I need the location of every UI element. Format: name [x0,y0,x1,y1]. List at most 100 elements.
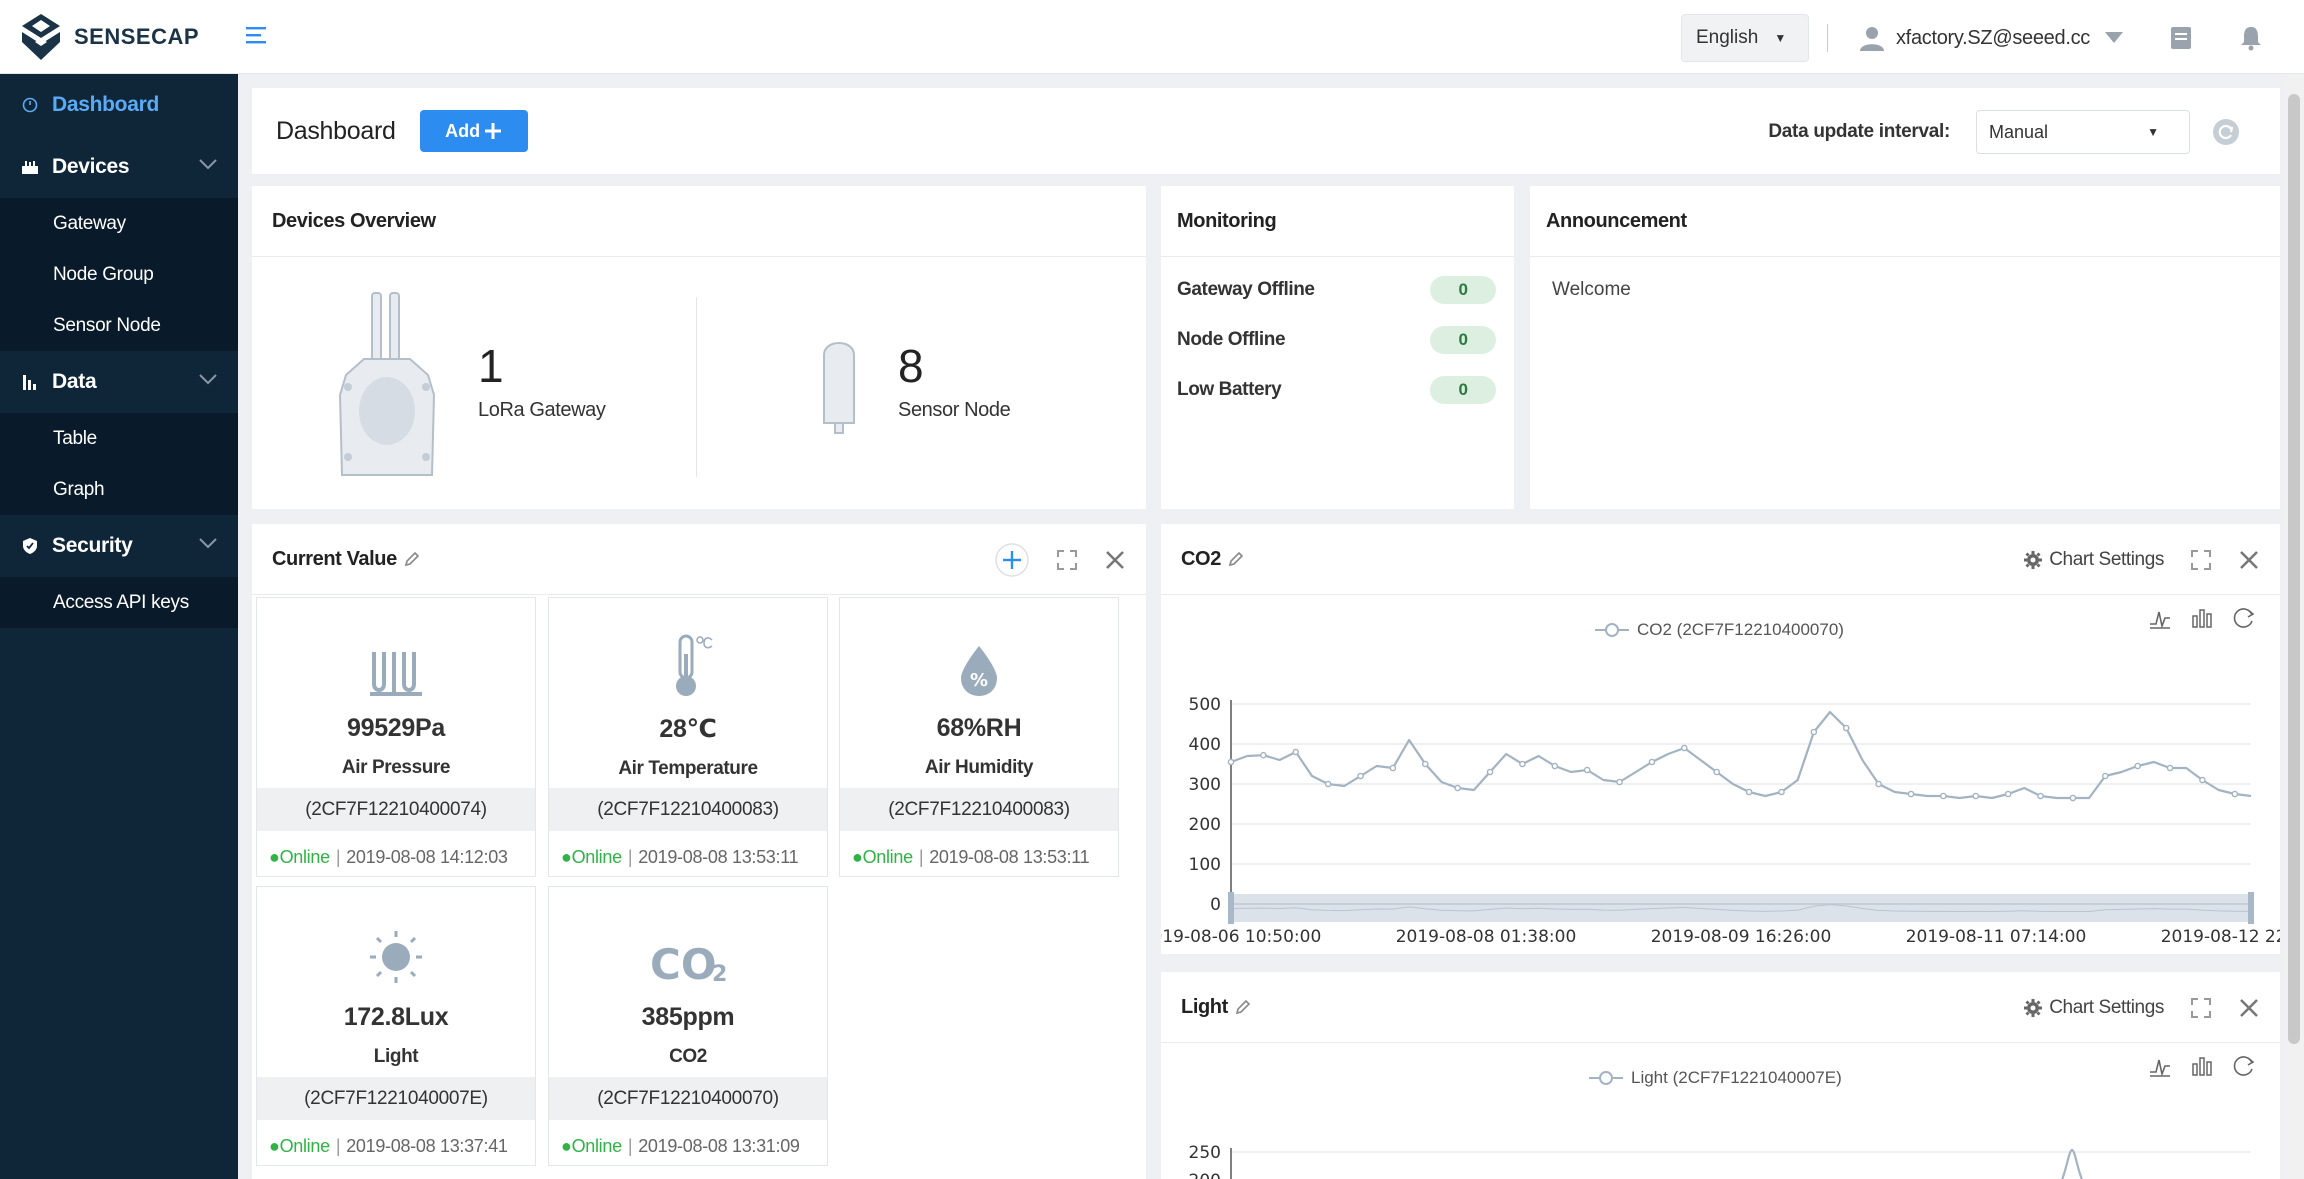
restore-icon[interactable] [2232,606,2256,630]
device-eui: (2CF7F12210400083) [840,788,1118,831]
chart-settings-button[interactable]: Chart Settings [2023,997,2164,1019]
sidebar-item-sensor-node[interactable]: Sensor Node [0,300,238,351]
data-point[interactable] [1454,784,1461,792]
language-select[interactable]: English ▼ [1680,14,1809,62]
sidebar-item-dashboard[interactable]: Dashboard [0,74,238,136]
menu-toggle-icon[interactable] [245,23,267,51]
chart-legend[interactable]: Light (2CF7F1221040007E) [1589,1068,1842,1088]
data-point[interactable] [1778,788,1785,796]
card-header: Light Chart Settings [1161,972,2280,1043]
sidebar-item-graph[interactable]: Graph [0,464,238,515]
docs-icon[interactable] [2168,25,2194,51]
data-point[interactable] [1551,762,1559,770]
data-point[interactable] [1292,748,1300,756]
data-point[interactable] [1389,764,1397,772]
sidebar-item-node-group[interactable]: Node Group [0,249,238,300]
fullscreen-icon[interactable] [2190,549,2212,571]
data-point[interactable] [2069,794,2077,802]
line-chart-toggle-icon[interactable] [2148,606,2172,630]
sidebar-item-gateway[interactable]: Gateway [0,198,238,249]
logo[interactable]: SENSECAP [20,12,199,62]
line-chart-toggle-icon[interactable] [2148,1054,2172,1078]
bar-chart-toggle-icon[interactable] [2190,606,2214,630]
chart-settings-button[interactable]: Chart Settings [2023,549,2164,571]
zoom-handle[interactable] [1228,892,1234,924]
sensor-value: 172.8Lux [343,1003,449,1031]
chart-legend[interactable]: CO2 (2CF7F12210400070) [1595,620,1844,640]
data-point[interactable] [1519,760,1526,768]
data-point[interactable] [1713,768,1721,776]
data-point[interactable] [1260,751,1267,759]
data-point[interactable] [1583,766,1591,774]
data-point[interactable] [1972,792,1980,800]
fullscreen-icon[interactable] [2190,997,2212,1019]
data-point[interactable] [1842,724,1850,732]
legend-label: Light (2CF7F1221040007E) [1631,1068,1842,1087]
data-point[interactable] [1875,780,1882,788]
y-tick-label: 250 [1189,1143,1221,1163]
data-point[interactable] [1810,728,1818,736]
top-bar: SENSECAP English ▼ xfactory.SZ@seeed.cc [0,0,2304,74]
page-title: Dashboard [276,116,396,145]
user-email[interactable]: xfactory.SZ@seeed.cc [1896,27,2090,50]
user-menu-caret-icon[interactable] [2104,31,2124,45]
sensor-tile-air-humidity[interactable]: % 68%RH Air Humidity (2CF7F12210400083) … [839,597,1119,877]
page-scrollbar[interactable] [2284,74,2304,1179]
gateway-label[interactable]: LoRa Gateway [478,399,606,422]
data-point[interactable] [2101,772,2109,780]
data-point[interactable] [2166,764,2174,772]
data-point[interactable] [1907,790,1915,798]
data-point[interactable] [1324,780,1332,788]
co2-line-chart[interactable]: 0 100 200 300 400 500 2019-08-06 10:50:00 2019-… [1161,654,2280,954]
chart-toolbox [2148,606,2256,630]
lora-gateway-icon [338,292,436,476]
notification-bell-icon[interactable] [2238,25,2264,51]
sensor-tile-air-temperature[interactable]: 28℃ Air Temperature (2CF7F12210400083) ●… [548,597,828,877]
edit-pencil-icon[interactable] [1234,998,1252,1016]
data-point[interactable] [2134,762,2141,770]
zoom-slider[interactable] [1231,894,2251,922]
data-point[interactable] [1940,792,1947,800]
data-point[interactable] [2199,776,2206,784]
data-point[interactable] [2037,792,2044,800]
data-point[interactable] [2231,790,2239,798]
data-point[interactable] [1227,758,1235,766]
sidebar-item-access-api-keys[interactable]: Access API keys [0,577,238,628]
fullscreen-icon[interactable] [1056,549,1078,571]
data-point[interactable] [1616,778,1623,786]
edit-pencil-icon[interactable] [403,550,421,568]
close-icon[interactable] [1104,549,1126,571]
monitor-row-low-battery[interactable]: Low Battery 0 [1161,365,1514,415]
sidebar-item-table[interactable]: Table [0,413,238,464]
data-point[interactable] [2004,790,2012,798]
sensor-tile-air-pressure[interactable]: 99529Pa Air Pressure (2CF7F12210400074) … [256,597,536,877]
close-icon[interactable] [2238,997,2260,1019]
data-point[interactable] [1357,772,1364,780]
data-point[interactable] [1486,768,1494,776]
sidebar-item-security[interactable]: Security [0,515,238,577]
sensor-tile-light[interactable]: 172.8Lux Light (2CF7F1221040007E) ●Onlin… [256,886,536,1166]
sidebar-item-devices[interactable]: Devices [0,136,238,198]
gateway-count: 1 [478,340,504,392]
data-point[interactable] [1648,758,1656,766]
monitor-row-gateway-offline[interactable]: Gateway Offline 0 [1161,265,1514,315]
sensor-node-label[interactable]: Sensor Node [898,399,1011,422]
data-point[interactable] [1421,760,1429,768]
bar-chart-toggle-icon[interactable] [2190,1054,2214,1078]
light-line-chart[interactable]: 250 200 [1161,1102,2280,1179]
monitor-row-node-offline[interactable]: Node Offline 0 [1161,315,1514,365]
refresh-icon[interactable] [2212,118,2240,146]
close-icon[interactable] [2238,549,2260,571]
data-point[interactable] [1681,744,1688,752]
add-button[interactable]: Add [419,110,528,152]
interval-select[interactable]: Manual ▼ [1976,110,2190,154]
data-point[interactable] [1745,788,1753,796]
scrollbar-thumb[interactable] [2288,94,2300,1044]
sensor-tile-co2[interactable]: CO 2 385ppm CO2 (2CF7F12210400070) ●Onlin… [548,886,828,1166]
zoom-handle[interactable] [2248,892,2254,924]
restore-icon[interactable] [2232,1054,2256,1078]
add-circle-icon[interactable] [994,542,1030,578]
edit-pencil-icon[interactable] [1227,550,1245,568]
monitor-label: Gateway Offline [1177,279,1315,300]
sidebar-item-data[interactable]: Data [0,351,238,413]
